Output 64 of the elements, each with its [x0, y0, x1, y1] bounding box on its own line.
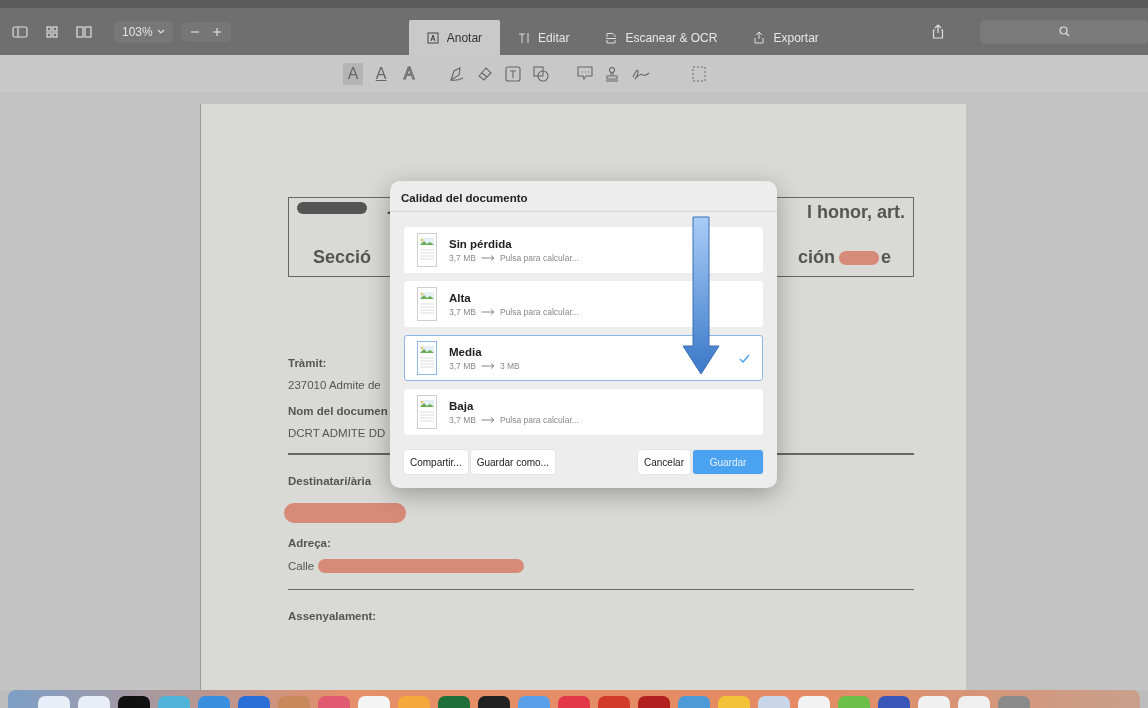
- redaction-mark: [297, 201, 367, 214]
- quality-option[interactable]: Sin pérdida 3,7 MB Pulsa para calcular...: [404, 227, 763, 273]
- stamp-tool[interactable]: [605, 65, 619, 82]
- eraser-tool[interactable]: [477, 65, 493, 82]
- header-text: l honor, art.: [807, 202, 905, 223]
- field-label: Adreça:: [288, 536, 331, 549]
- share-button[interactable]: [930, 22, 946, 41]
- sidebar-icon[interactable]: [12, 25, 28, 38]
- quality-option[interactable]: Media 3,7 MB 3 MB: [404, 335, 763, 381]
- text-cursor-icon: [518, 31, 531, 44]
- text-style-button[interactable]: A: [371, 62, 391, 85]
- two-page-icon[interactable]: [76, 25, 92, 38]
- text-box-icon: [505, 65, 521, 82]
- shapes-icon: [533, 65, 549, 82]
- text-box-icon: [426, 31, 439, 44]
- field-value: 237010 Admite de: [288, 379, 381, 391]
- dialog-button[interactable]: Guardar como...: [470, 450, 555, 474]
- speech-bubble-icon: [577, 66, 593, 81]
- field-label: Tràmit:: [288, 357, 327, 369]
- pen-icon: [449, 65, 465, 82]
- scanner-icon: [605, 31, 618, 44]
- right-arrow-icon: [480, 416, 495, 423]
- dialog-button[interactable]: Compartir...: [404, 450, 468, 474]
- right-arrow-icon: [480, 254, 495, 261]
- text-box-tool[interactable]: [505, 65, 521, 82]
- search-icon: [1058, 26, 1070, 37]
- share-icon: [932, 24, 944, 39]
- document-thumbnail-icon: [417, 287, 437, 321]
- right-arrow-icon: [480, 362, 495, 369]
- selection-tool[interactable]: [691, 64, 707, 83]
- quality-option[interactable]: Baja 3,7 MB Pulsa para calcular...: [404, 389, 763, 435]
- field-label: Nom del documen: [288, 405, 388, 417]
- redaction-mark: [839, 250, 879, 265]
- selection-icon: [691, 64, 707, 83]
- header-text: e: [881, 247, 891, 268]
- document-thumbnail-icon: [417, 395, 437, 429]
- header-text: ción: [797, 247, 835, 268]
- toolbar-tab[interactable]: Anotar: [408, 20, 501, 55]
- document-thumbnail-icon: [417, 341, 437, 375]
- plus-icon: [211, 26, 222, 37]
- quality-option[interactable]: Alta 3,7 MB Pulsa para calcular...: [404, 281, 763, 327]
- field-value: Calle: [288, 559, 315, 572]
- field-label: Destinatari/ària: [288, 474, 372, 487]
- dialog-title: Calidad del documento: [390, 181, 777, 212]
- pen-tool[interactable]: [449, 65, 465, 82]
- grid-icon[interactable]: [46, 25, 58, 38]
- upload-icon: [753, 31, 766, 44]
- stamp-icon: [605, 65, 619, 82]
- toolbar-tab[interactable]: Editar: [500, 20, 588, 55]
- search-field[interactable]: [980, 19, 1148, 44]
- chevron-icon: [156, 28, 165, 35]
- toolbar-tab[interactable]: Exportar: [735, 20, 837, 55]
- shapes-tool[interactable]: [533, 65, 549, 82]
- zoom-dropdown[interactable]: 103%: [114, 20, 173, 43]
- eraser-icon: [477, 65, 493, 82]
- field-value: DCRT ADMITE DD: [288, 427, 386, 439]
- header-text: Secció: [313, 247, 372, 268]
- right-arrow-icon: [480, 308, 495, 315]
- speech-bubble-tool[interactable]: [577, 66, 593, 81]
- dialog-button[interactable]: Cancelar: [637, 450, 690, 474]
- field-label: Assenyalament:: [288, 610, 377, 622]
- toolbar-tab[interactable]: Escanear & OCR: [587, 20, 736, 55]
- document-thumbnail-icon: [417, 233, 437, 267]
- checkmark-icon: [739, 353, 750, 363]
